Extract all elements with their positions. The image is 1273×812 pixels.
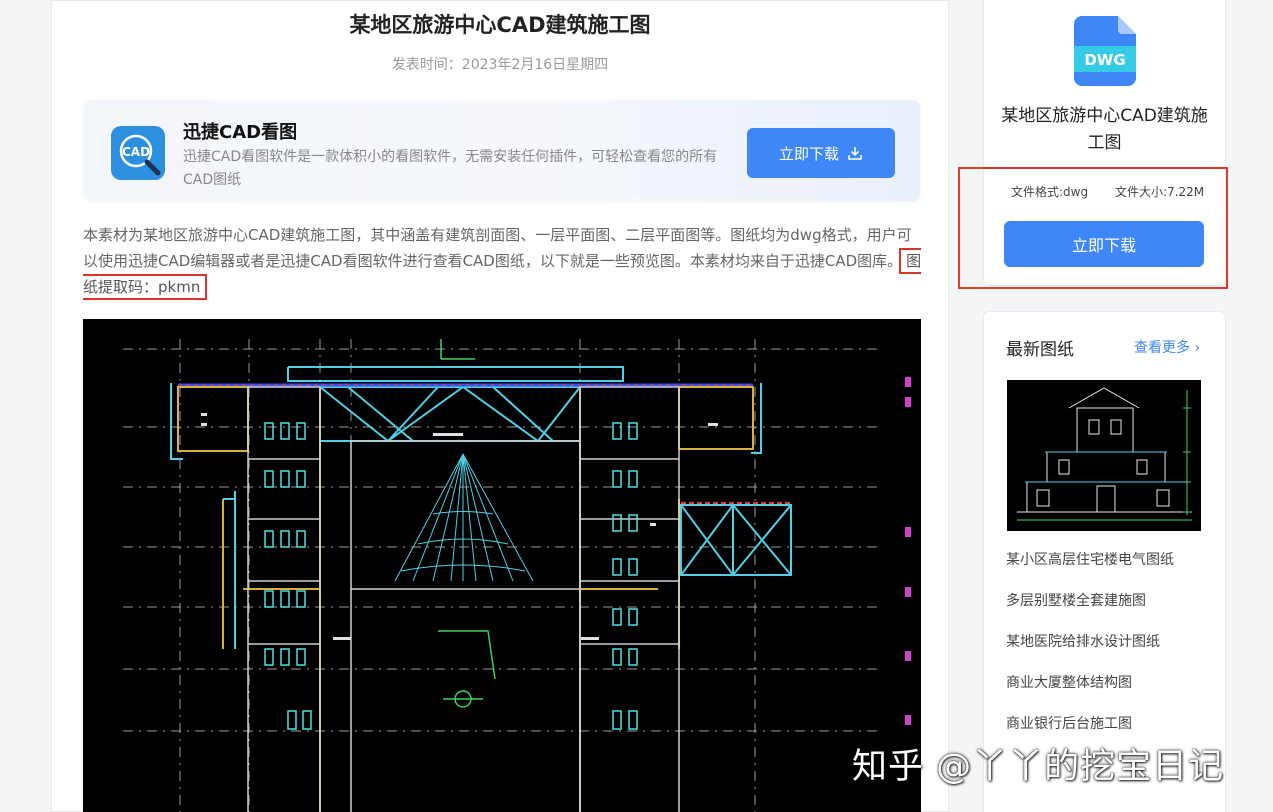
file-size: 文件大小:7.22M <box>1115 185 1205 199</box>
page-title: 某地区旅游中心CAD建筑施工图 <box>349 13 651 37</box>
latest-drawings-card: 最新图纸 查看更多 › 某小区高层住宅楼电气图纸 多层别墅楼全套建施图 某地医院… <box>983 311 1226 812</box>
dwg-file-icon: DWG <box>1074 16 1136 86</box>
page: 某地区旅游中心CAD建筑施工图 发表时间：2023年2月16日星期四 CAD 迅… <box>0 0 1273 812</box>
cad-preview-image <box>83 319 921 812</box>
svg-text:DWG: DWG <box>1084 51 1125 69</box>
zhihu-watermark: 知乎 @丫丫的挖宝日记 <box>852 747 1225 787</box>
latest-title: 最新图纸 <box>1006 340 1074 360</box>
promo-download-label: 立即下载 <box>778 144 839 163</box>
svg-text:CAD: CAD <box>122 145 150 159</box>
list-item[interactable]: 某地医院给排水设计图纸 <box>1006 632 1174 673</box>
file-format: 文件格式:dwg <box>1011 185 1089 199</box>
view-more-link[interactable]: 查看更多 › <box>1134 337 1200 357</box>
list-item[interactable]: 某小区高层住宅楼电气图纸 <box>1006 550 1174 591</box>
list-item[interactable]: 多层别墅楼全套建施图 <box>1006 591 1174 632</box>
promo-app-name: 迅捷CAD看图 <box>183 122 298 143</box>
list-item[interactable]: 商业大厦整体结构图 <box>1006 673 1174 714</box>
article-card: 某地区旅游中心CAD建筑施工图 发表时间：2023年2月16日星期四 CAD 迅… <box>51 0 949 812</box>
latest-list: 某小区高层住宅楼电气图纸 多层别墅楼全套建施图 某地医院给排水设计图纸 商业大厦… <box>1006 550 1174 755</box>
sidebar-download-label: 立即下载 <box>1071 236 1136 255</box>
file-title: 某地区旅游中心CAD建筑施工图 <box>1001 106 1208 153</box>
app-promo-banner: CAD 迅捷CAD看图 迅捷CAD看图软件是一款体积小的看图软件，无需安装任何插… <box>84 100 920 201</box>
promo-description: 迅捷CAD看图软件是一款体积小的看图软件，无需安装任何插件，可轻松查看您的所有C… <box>183 149 718 188</box>
promo-download-button[interactable]: 立即下载 <box>747 128 895 178</box>
article-description: 本素材为某地区旅游中心CAD建筑施工图，其中涵盖有建筑剖面图、一层平面图、二层平… <box>83 226 912 270</box>
article-body: 本素材为某地区旅游中心CAD建筑施工图，其中涵盖有建筑剖面图、一层平面图、二层平… <box>83 222 923 300</box>
sidebar-download-button[interactable]: 立即下载 <box>1004 221 1204 267</box>
download-icon <box>848 147 862 160</box>
publish-time: 发表时间：2023年2月16日星期四 <box>391 57 609 73</box>
latest-thumbnail[interactable] <box>1007 380 1201 531</box>
cad-logo-icon: CAD <box>111 126 165 180</box>
